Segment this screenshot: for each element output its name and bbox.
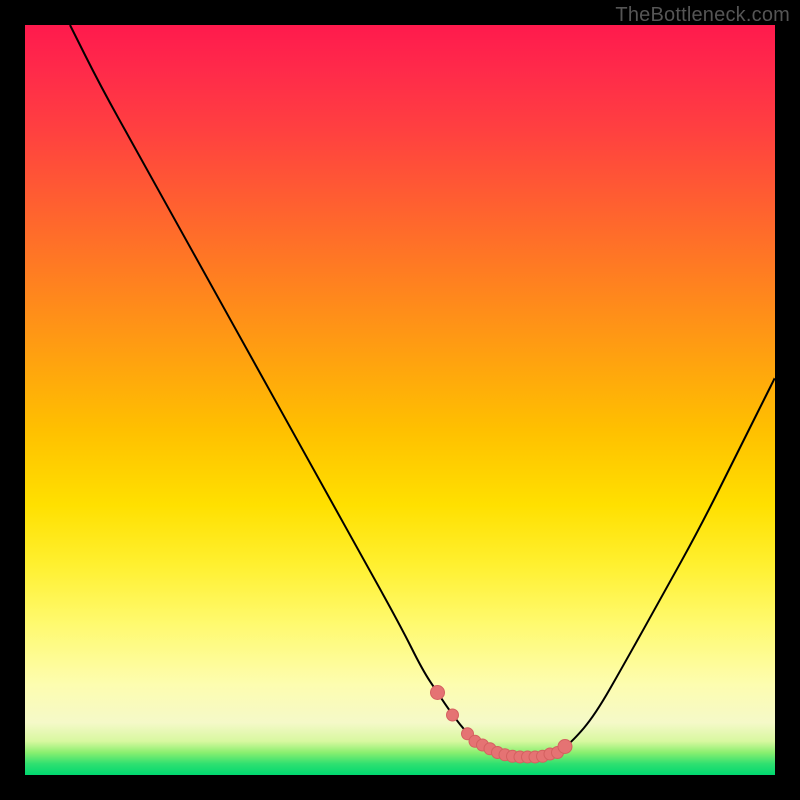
optimal-markers [431, 686, 573, 764]
marker-dot [431, 686, 445, 700]
watermark-text: TheBottleneck.com [615, 4, 790, 27]
plot-area [25, 25, 775, 775]
bottleneck-curve [70, 25, 775, 757]
marker-dot [447, 709, 459, 721]
marker-dot [558, 740, 572, 754]
chart-frame: TheBottleneck.com [0, 0, 800, 800]
chart-svg [25, 25, 775, 775]
